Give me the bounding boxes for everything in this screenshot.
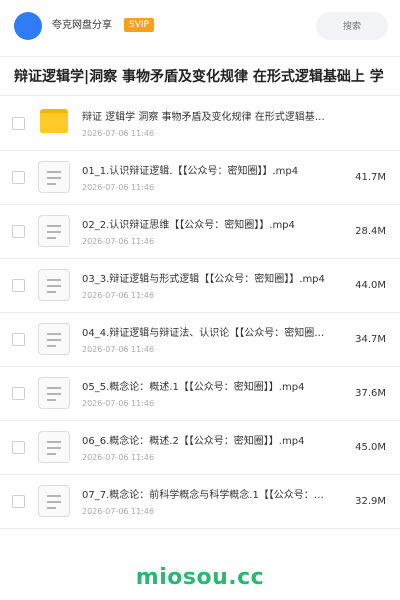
row-checkbox[interactable] [12,171,25,184]
file-name: 06_6.概念论：概述.2【【公众号：密知圈】】.mp4 [82,436,305,447]
file-date: 2026-07-06 11:46 [82,507,155,516]
list-item[interactable]: 01_1.认识辩证逻辑.【【公众号：密知圈】】.mp4 2026-07-06 1… [0,151,400,205]
header-bar: 夸克网盘分享 SVIP [0,0,400,52]
file-size: 44.0M [355,280,386,291]
share-title-bar: 辩证逻辑学|洞察 事物矛盾及变化规律 在形式逻辑基础上 学 [0,56,400,96]
app-name: 夸克网盘分享 [52,20,112,31]
row-checkbox[interactable] [12,495,25,508]
list-item[interactable]: 03_3.辩证逻辑与形式逻辑【【公众号：密知圈】】.mp4 2026-07-06… [0,259,400,313]
file-list: 辩证 逻辑学 洞察 事物矛盾及变化规律 在形式逻辑基础上 学 2026-07-0… [0,97,400,529]
file-date: 2026-07-06 11:46 [82,291,155,300]
list-item[interactable]: 06_6.概念论：概述.2【【公众号：密知圈】】.mp4 2026-07-06 … [0,421,400,475]
row-checkbox[interactable] [12,225,25,238]
file-name: 02_2.认识辩证思维【【公众号：密知圈】】.mp4 [82,220,295,231]
file-name: 03_3.辩证逻辑与形式逻辑【【公众号：密知圈】】.mp4 [82,274,325,285]
row-checkbox[interactable] [12,333,25,346]
file-size: 34.7M [355,334,386,345]
file-name: 01_1.认识辩证逻辑.【【公众号：密知圈】】.mp4 [82,166,299,177]
file-date: 2026-07-06 11:46 [82,345,155,354]
search-input[interactable] [316,12,388,40]
file-size: 37.6M [355,388,386,399]
file-size: 41.7M [355,172,386,183]
watermark: miosou.cc [135,565,265,590]
row-checkbox[interactable] [12,117,25,130]
row-checkbox[interactable] [12,387,25,400]
file-icon [38,161,70,193]
list-item[interactable]: 辩证 逻辑学 洞察 事物矛盾及变化规律 在形式逻辑基础上 学 2026-07-0… [0,97,400,151]
file-date: 2026-07-06 11:46 [82,399,155,408]
file-size: 45.0M [355,442,386,453]
list-item[interactable]: 05_5.概念论：概述.1【【公众号：密知圈】】.mp4 2026-07-06 … [0,367,400,421]
file-name: 辩证 逻辑学 洞察 事物矛盾及变化规律 在形式逻辑基础上 学 [82,112,326,123]
file-size: 28.4M [355,226,386,237]
row-checkbox[interactable] [12,441,25,454]
svip-badge: SVIP [124,18,154,32]
list-item[interactable]: 04_4.辩证逻辑与辩证法、认识论【【公众号：密知圈】】.mp4 2026-07… [0,313,400,367]
row-checkbox[interactable] [12,279,25,292]
file-date: 2026-07-06 11:46 [82,237,155,246]
file-name: 07_7.概念论：前科学概念与科学概念.1【【公众号：密知圈】】.mp4 [82,490,326,501]
file-icon [38,485,70,517]
list-item[interactable]: 07_7.概念论：前科学概念与科学概念.1【【公众号：密知圈】】.mp4 202… [0,475,400,529]
file-name: 05_5.概念论：概述.1【【公众号：密知圈】】.mp4 [82,382,305,393]
folder-icon [40,109,68,133]
file-name: 04_4.辩证逻辑与辩证法、认识论【【公众号：密知圈】】.mp4 [82,328,326,339]
file-icon [38,431,70,463]
file-icon [38,323,70,355]
list-item[interactable]: 02_2.认识辩证思维【【公众号：密知圈】】.mp4 2026-07-06 11… [0,205,400,259]
file-date: 2026-07-06 11:46 [82,183,155,192]
share-title: 辩证逻辑学|洞察 事物矛盾及变化规律 在形式逻辑基础上 学 [14,69,384,85]
file-icon [38,215,70,247]
avatar[interactable] [14,12,42,40]
file-date: 2026-07-06 11:46 [82,129,155,138]
file-icon [38,269,70,301]
file-icon [38,377,70,409]
file-size: 32.9M [355,496,386,507]
file-date: 2026-07-06 11:46 [82,453,155,462]
